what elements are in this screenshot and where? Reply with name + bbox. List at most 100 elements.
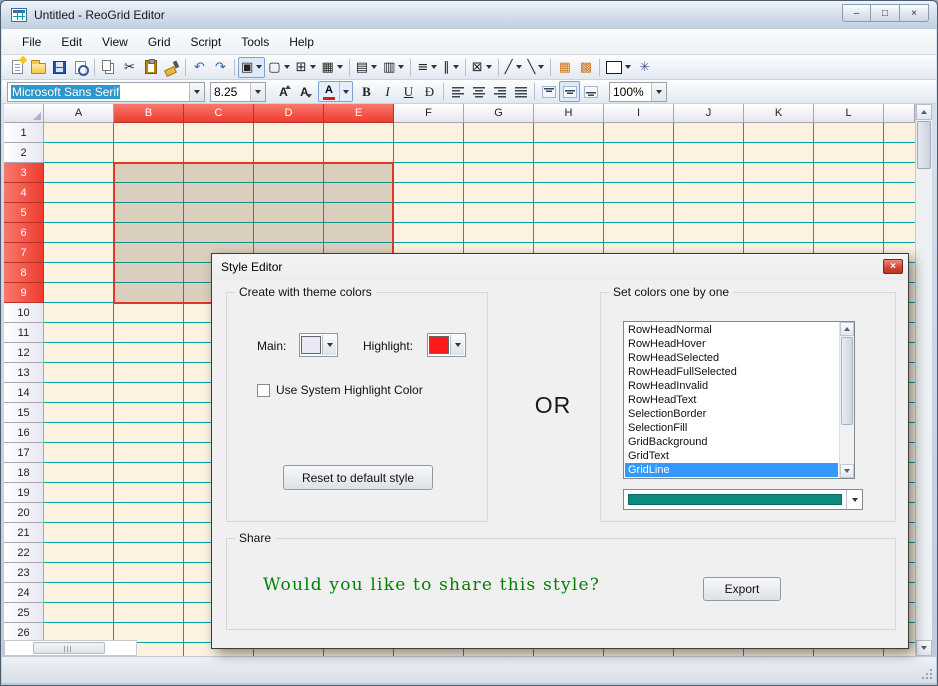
decrease-font-button[interactable]: A: [294, 81, 315, 102]
style-list-item[interactable]: RowHeadSelected: [625, 351, 838, 365]
border-color-picker-button[interactable]: [603, 57, 634, 78]
style-list-item[interactable]: RowHeadText: [625, 393, 838, 407]
style-list-item[interactable]: SelectionFill: [625, 421, 838, 435]
new-file-button[interactable]: [7, 57, 28, 78]
row-header-11[interactable]: 11: [4, 323, 44, 343]
color-value-combo[interactable]: [623, 489, 863, 510]
menu-grid[interactable]: Grid: [138, 31, 181, 53]
redo-button[interactable]: ↷: [210, 57, 231, 78]
align-left-button[interactable]: [447, 81, 468, 102]
list-scrollbar[interactable]: [839, 322, 854, 478]
border-vertical-button[interactable]: ∥: [440, 57, 462, 78]
print-preview-button[interactable]: [70, 57, 91, 78]
row-header-16[interactable]: 16: [4, 423, 44, 443]
border-clear-button[interactable]: ⊠: [469, 57, 495, 78]
paste-button[interactable]: [140, 57, 161, 78]
style-list-item[interactable]: RowHeadHover: [625, 337, 838, 351]
main-color-combo[interactable]: [299, 333, 338, 357]
row-header-5[interactable]: 5: [4, 203, 44, 223]
menu-file[interactable]: File: [12, 31, 51, 53]
column-header-L[interactable]: L: [814, 104, 884, 123]
scroll-up-icon[interactable]: [916, 104, 932, 120]
row-header-12[interactable]: 12: [4, 343, 44, 363]
cell-style-button[interactable]: ▩: [575, 57, 596, 78]
row-header-4[interactable]: 4: [4, 183, 44, 203]
main-color-dropdown-icon[interactable]: [322, 335, 336, 355]
row-header-1[interactable]: 1: [4, 123, 44, 143]
horizontal-scroll-thumb[interactable]: [33, 642, 105, 654]
row-header-25[interactable]: 25: [4, 603, 44, 623]
column-header-B[interactable]: B: [114, 104, 184, 123]
style-list-item[interactable]: GridText: [625, 449, 838, 463]
column-header-A[interactable]: A: [44, 104, 114, 123]
style-list-item[interactable]: RowHeadInvalid: [625, 379, 838, 393]
style-list-item[interactable]: RowHeadNormal: [625, 323, 838, 337]
font-name-dropdown-icon[interactable]: [189, 83, 204, 101]
menu-help[interactable]: Help: [279, 31, 324, 53]
italic-button[interactable]: I: [377, 81, 398, 102]
row-header-6[interactable]: 6: [4, 223, 44, 243]
vertical-scroll-thumb[interactable]: [917, 121, 931, 169]
font-size-dropdown-icon[interactable]: [250, 83, 265, 101]
format-painter-button[interactable]: [161, 57, 182, 78]
column-header-D[interactable]: D: [254, 104, 324, 123]
border-diagonal-up-button[interactable]: ╱: [502, 57, 525, 78]
menu-tools[interactable]: Tools: [231, 31, 279, 53]
column-header-partial[interactable]: [884, 104, 915, 123]
zoom-dropdown-icon[interactable]: [651, 83, 666, 101]
valign-bottom-button[interactable]: [580, 81, 601, 102]
row-header-7[interactable]: 7: [4, 243, 44, 263]
row-header-2[interactable]: 2: [4, 143, 44, 163]
zoom-combo[interactable]: 100%: [609, 82, 667, 102]
border-cols-button[interactable]: ▥: [380, 57, 407, 78]
highlight-color-dropdown-icon[interactable]: [450, 335, 464, 355]
maximize-button[interactable]: □: [871, 4, 900, 22]
cut-button[interactable]: ✂: [119, 57, 140, 78]
menu-view[interactable]: View: [92, 31, 138, 53]
row-header-22[interactable]: 22: [4, 543, 44, 563]
border-horizontal-button[interactable]: ≡: [414, 57, 440, 78]
font-color-button[interactable]: A: [318, 81, 353, 102]
row-header-9[interactable]: 9: [4, 283, 44, 303]
column-header-K[interactable]: K: [744, 104, 814, 123]
row-header-10[interactable]: 10: [4, 303, 44, 323]
align-center-button[interactable]: [468, 81, 489, 102]
column-header-F[interactable]: F: [394, 104, 464, 123]
style-list-item[interactable]: GridBackground: [625, 435, 838, 449]
align-right-button[interactable]: [489, 81, 510, 102]
system-highlight-checkbox[interactable]: [257, 384, 270, 397]
row-header-23[interactable]: 23: [4, 563, 44, 583]
copy-button[interactable]: [98, 57, 119, 78]
minimize-button[interactable]: –: [842, 4, 871, 22]
column-header-H[interactable]: H: [534, 104, 604, 123]
dialog-title-bar[interactable]: Style Editor ×: [212, 254, 908, 280]
font-size-combo[interactable]: 8.25: [210, 82, 266, 102]
valign-middle-button[interactable]: [559, 81, 580, 102]
list-scroll-down-icon[interactable]: [840, 464, 854, 478]
cell-border-inside-button[interactable]: ▦: [319, 57, 346, 78]
bold-button[interactable]: B: [356, 81, 377, 102]
row-header-14[interactable]: 14: [4, 383, 44, 403]
border-diagonal-down-button[interactable]: ╲: [525, 57, 548, 78]
select-all-corner[interactable]: [4, 104, 44, 123]
strikethrough-button[interactable]: Đ: [419, 81, 440, 102]
color-dropdown-icon[interactable]: [846, 490, 862, 509]
merge-cells-button[interactable]: ▦: [554, 57, 575, 78]
row-header-15[interactable]: 15: [4, 403, 44, 423]
menu-edit[interactable]: Edit: [51, 31, 92, 53]
undo-button[interactable]: ↶: [189, 57, 210, 78]
font-color-dropdown-icon[interactable]: [339, 82, 352, 101]
resize-grip[interactable]: [920, 667, 932, 679]
column-header-I[interactable]: I: [604, 104, 674, 123]
row-header-21[interactable]: 21: [4, 523, 44, 543]
reset-style-button[interactable]: Reset to default style: [283, 465, 433, 490]
menu-script[interactable]: Script: [181, 31, 232, 53]
increase-font-button[interactable]: A: [273, 81, 294, 102]
row-header-24[interactable]: 24: [4, 583, 44, 603]
row-header-20[interactable]: 20: [4, 503, 44, 523]
font-name-combo[interactable]: Microsoft Sans Serif: [7, 82, 205, 102]
style-list-item[interactable]: RowHeadFullSelected: [625, 365, 838, 379]
settings-button[interactable]: ✳: [634, 57, 655, 78]
align-justify-button[interactable]: [510, 81, 531, 102]
close-button[interactable]: ×: [900, 4, 929, 22]
